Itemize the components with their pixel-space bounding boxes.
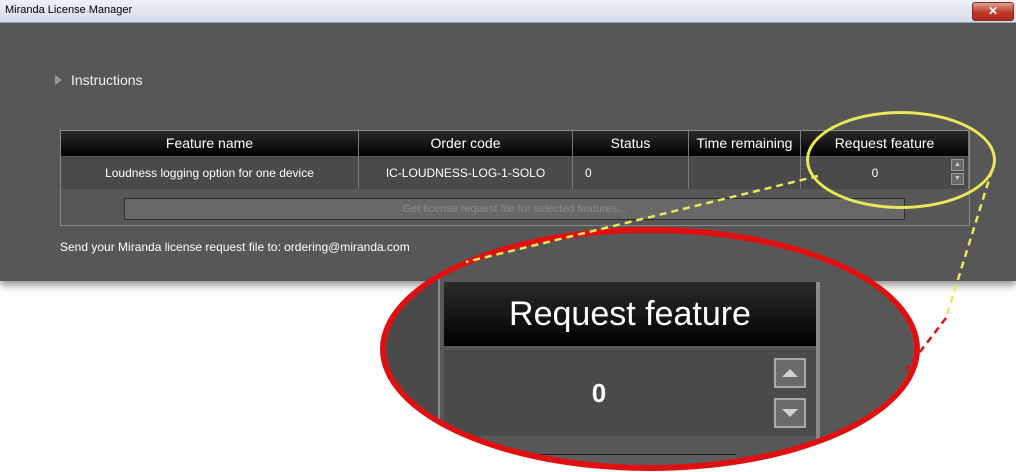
red-connector-right [905, 317, 947, 371]
connector-lines [465, 169, 994, 371]
yellow-connector-left [465, 174, 819, 264]
yellow-connector-right [944, 169, 994, 319]
